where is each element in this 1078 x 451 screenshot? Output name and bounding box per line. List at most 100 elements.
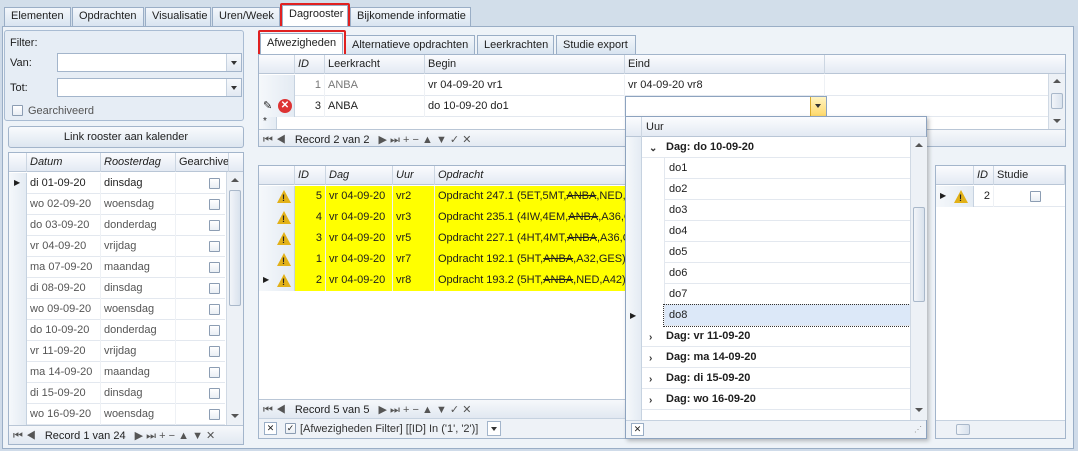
date-row[interactable]: do 10-09-20 donderdag [9, 320, 225, 341]
archived-row-checkbox[interactable] [209, 262, 220, 273]
dropdown-item[interactable]: do5 [664, 242, 910, 263]
col-uur[interactable]: Uur [393, 166, 435, 185]
nav-next-icon[interactable]: ▶ [379, 404, 387, 416]
date-row[interactable]: ▶ di 01-09-20 dinsdag [9, 173, 225, 194]
archived-row-checkbox[interactable] [209, 178, 220, 189]
absence-row-editing[interactable]: ✎ ✕ 3 ANBA do 10-09-20 do1 [259, 96, 1049, 117]
col-id[interactable]: ID [974, 166, 994, 185]
chevron-right-icon[interactable]: › [649, 374, 652, 385]
subtab-leerkrachten[interactable]: Leerkrachten [477, 35, 554, 54]
nav-prev-icon[interactable]: ◀ [276, 134, 286, 146]
archived-row-checkbox[interactable] [209, 388, 220, 399]
subtab-afwezigheden[interactable]: Afwezigheden [260, 33, 343, 55]
nav-add-icon[interactable]: + [159, 430, 165, 442]
dropdown-group-3[interactable]: › Dag: di 15-09-20 [642, 368, 910, 389]
dropdown-group-0[interactable]: ⌄ Dag: do 10-09-20 [642, 137, 910, 158]
assignment-row[interactable]: 5vr 04-09-20vr2Opdracht 247.1 (5ET,5MT,A… [259, 186, 629, 207]
archived-row-checkbox[interactable] [209, 367, 220, 378]
scroll-down-icon[interactable] [915, 408, 923, 412]
scroll-thumb[interactable] [1051, 93, 1063, 109]
assignment-row[interactable]: 1vr 04-09-20vr7Opdracht 192.1 (5HT,ANBA,… [259, 249, 629, 270]
col-eind[interactable]: Eind [625, 55, 825, 74]
col-id[interactable]: ID [295, 55, 325, 74]
archived-row-checkbox[interactable] [209, 325, 220, 336]
dropdown-item[interactable]: do4 [664, 221, 910, 242]
dropdown-scrollbar[interactable] [910, 137, 927, 420]
nav-first-icon[interactable]: ⏮ [263, 134, 273, 146]
nav-delete-icon[interactable]: − [413, 404, 419, 416]
tot-combo[interactable] [57, 78, 242, 97]
dropdown-item[interactable]: do8 [663, 304, 911, 327]
chevron-down-icon[interactable]: ⌄ [649, 143, 657, 154]
dropdown-group-4[interactable]: › Dag: wo 16-09-20 [642, 389, 910, 410]
dropdown-item[interactable]: do7 [664, 284, 910, 305]
tab-uren-week[interactable]: Uren/Week [212, 7, 280, 26]
dropdown-item[interactable]: do3 [664, 200, 910, 221]
scroll-down-icon[interactable] [1053, 119, 1061, 123]
nav-last-icon[interactable]: ⏭ [390, 404, 400, 416]
eind-combo[interactable] [625, 96, 827, 117]
nav-last-icon[interactable]: ⏭ [146, 430, 156, 442]
col-roosterdag[interactable]: Roosterdag [101, 153, 176, 172]
study-hscroll[interactable] [936, 420, 1065, 438]
nav-delete-icon[interactable]: − [413, 134, 419, 146]
date-row[interactable]: wo 02-09-20 woensdag [9, 194, 225, 215]
nav-first-icon[interactable]: ⏮ [13, 430, 23, 442]
archived-row-checkbox[interactable] [209, 283, 220, 294]
absence-scrollbar[interactable] [1048, 74, 1065, 129]
date-row[interactable]: di 15-09-20 dinsdag [9, 383, 225, 404]
nav-up-icon[interactable]: ▲ [422, 404, 433, 416]
nav-down-icon[interactable]: ▼ [436, 404, 447, 416]
nav-delete-icon[interactable]: − [169, 430, 175, 442]
col-studie[interactable]: Studie [994, 166, 1065, 185]
archived-row-checkbox[interactable] [209, 409, 220, 420]
nav-last-icon[interactable]: ⏭ [390, 134, 400, 146]
col-datum[interactable]: Datum [27, 153, 101, 172]
nav-cancel-icon[interactable]: ✕ [206, 430, 215, 442]
nav-next-icon[interactable]: ▶ [135, 430, 143, 442]
nav-save-icon[interactable]: ✓ [450, 134, 459, 146]
filter-dropdown-button[interactable] [487, 421, 501, 436]
link-rooster-button[interactable]: Link rooster aan kalender [8, 126, 244, 148]
subtab-studie-export[interactable]: Studie export [556, 35, 636, 54]
nav-prev-icon[interactable]: ◀ [26, 430, 36, 442]
study-checkbox[interactable] [1030, 191, 1041, 202]
nav-down-icon[interactable]: ▼ [192, 430, 203, 442]
date-row[interactable]: vr 04-09-20 vrijdag [9, 236, 225, 257]
chevron-right-icon[interactable]: › [649, 395, 652, 406]
dates-scrollbar[interactable] [226, 172, 243, 425]
archived-row-checkbox[interactable] [209, 199, 220, 210]
nav-up-icon[interactable]: ▲ [422, 134, 433, 146]
date-row[interactable]: wo 16-09-20 woensdag [9, 404, 225, 425]
dropdown-item[interactable]: do6 [664, 263, 910, 284]
date-row[interactable]: do 03-09-20 donderdag [9, 215, 225, 236]
archived-row-checkbox[interactable] [209, 304, 220, 315]
scroll-thumb[interactable] [229, 190, 241, 306]
scroll-up-icon[interactable] [915, 143, 923, 147]
tab-visualisatie[interactable]: Visualisatie [145, 7, 211, 26]
van-dropdown-button[interactable] [226, 54, 241, 71]
study-row[interactable]: ▶ 2 [936, 186, 1065, 207]
assignment-row[interactable]: ▶ 2vr 04-09-20vr8Opdracht 193.2 (5HT,ANBA… [259, 270, 629, 291]
eind-dropdown-button[interactable] [810, 97, 826, 116]
resize-grip-icon[interactable]: ⋰ [914, 425, 922, 434]
nav-add-icon[interactable]: + [403, 404, 409, 416]
nav-cancel-icon[interactable]: ✕ [462, 404, 471, 416]
scroll-down-icon[interactable] [231, 414, 239, 418]
absence-row[interactable]: 1 ANBA vr 04-09-20 vr1 vr 04-09-20 vr8 [259, 75, 1049, 96]
col-dag[interactable]: Dag [326, 166, 393, 185]
close-icon[interactable]: ✕ [631, 423, 644, 436]
tot-dropdown-button[interactable] [226, 79, 241, 96]
van-combo[interactable] [57, 53, 242, 72]
chevron-right-icon[interactable]: › [649, 353, 652, 364]
col-gearchiveerd[interactable]: Gearchiveerd [176, 153, 229, 172]
nav-save-icon[interactable]: ✓ [450, 404, 459, 416]
col-begin[interactable]: Begin [425, 55, 625, 74]
dropdown-item[interactable]: do1 [664, 158, 910, 179]
nav-first-icon[interactable]: ⏮ [263, 404, 273, 416]
date-row[interactable]: ma 07-09-20 maandag [9, 257, 225, 278]
nav-down-icon[interactable]: ▼ [436, 134, 447, 146]
assignment-row[interactable]: 4vr 04-09-20vr3Opdracht 235.1 (4IW,4EM,A… [259, 207, 629, 228]
dropdown-item[interactable]: do2 [664, 179, 910, 200]
date-row[interactable]: ma 14-09-20 maandag [9, 362, 225, 383]
